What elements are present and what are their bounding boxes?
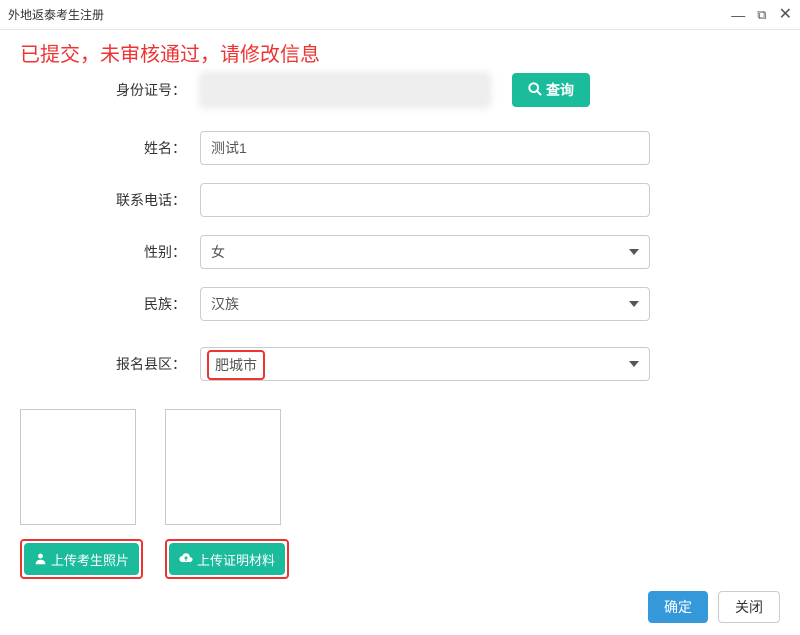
id-label: 身份证号： xyxy=(20,80,200,100)
window-title: 外地返泰考生注册 xyxy=(8,6,104,23)
ethnicity-label: 民族： xyxy=(20,294,200,314)
material-preview xyxy=(165,409,281,525)
upload-area: 上传考生照片 上传证明材料 xyxy=(0,409,800,579)
user-icon xyxy=(34,552,47,567)
phone-label: 联系电话： xyxy=(20,190,200,210)
registration-form: 身份证号： 查询 姓名： 联系电话： 性别： 女 民族： 汉族 报名县区： xyxy=(0,73,800,381)
gender-row: 性别： 女 xyxy=(20,235,780,269)
dialog-footer: 确定 关闭 xyxy=(648,591,780,623)
photo-button-highlight: 上传考生照片 xyxy=(20,539,143,579)
query-label: 查询 xyxy=(546,80,574,100)
district-select[interactable] xyxy=(200,347,650,381)
photo-column: 上传考生照片 xyxy=(20,409,143,579)
upload-photo-label: 上传考生照片 xyxy=(51,550,129,569)
id-input[interactable] xyxy=(200,73,490,107)
photo-preview xyxy=(20,409,136,525)
cloud-upload-icon xyxy=(179,552,193,567)
name-label: 姓名： xyxy=(20,138,200,158)
ok-label: 确定 xyxy=(664,597,692,617)
id-row: 身份证号： 查询 xyxy=(20,73,780,107)
ethnicity-select[interactable]: 汉族 xyxy=(200,287,650,321)
phone-row: 联系电话： xyxy=(20,183,780,217)
material-column: 上传证明材料 xyxy=(165,409,289,579)
close-icon[interactable]: ✕ xyxy=(779,7,792,23)
district-label: 报名县区： xyxy=(20,354,200,374)
district-row: 报名县区： 肥城市 xyxy=(20,347,780,381)
gender-label: 性别： xyxy=(20,242,200,262)
phone-input[interactable] xyxy=(200,183,650,217)
minimize-icon[interactable]: — xyxy=(731,8,745,22)
ok-button[interactable]: 确定 xyxy=(648,591,708,623)
window-controls: — ⧉ ✕ xyxy=(731,7,792,23)
name-input[interactable] xyxy=(200,131,650,165)
search-icon xyxy=(528,82,542,98)
status-message: 已提交，未审核通过，请修改信息 xyxy=(0,30,800,73)
upload-material-button[interactable]: 上传证明材料 xyxy=(169,543,285,575)
close-button[interactable]: 关闭 xyxy=(718,591,780,623)
close-label: 关闭 xyxy=(735,597,763,617)
maximize-icon[interactable]: ⧉ xyxy=(757,8,766,21)
query-button[interactable]: 查询 xyxy=(512,73,590,107)
material-button-highlight: 上传证明材料 xyxy=(165,539,289,579)
name-row: 姓名： xyxy=(20,131,780,165)
ethnicity-row: 民族： 汉族 xyxy=(20,287,780,321)
upload-photo-button[interactable]: 上传考生照片 xyxy=(24,543,139,575)
window-titlebar: 外地返泰考生注册 — ⧉ ✕ xyxy=(0,0,800,30)
upload-material-label: 上传证明材料 xyxy=(197,550,275,569)
gender-select[interactable]: 女 xyxy=(200,235,650,269)
